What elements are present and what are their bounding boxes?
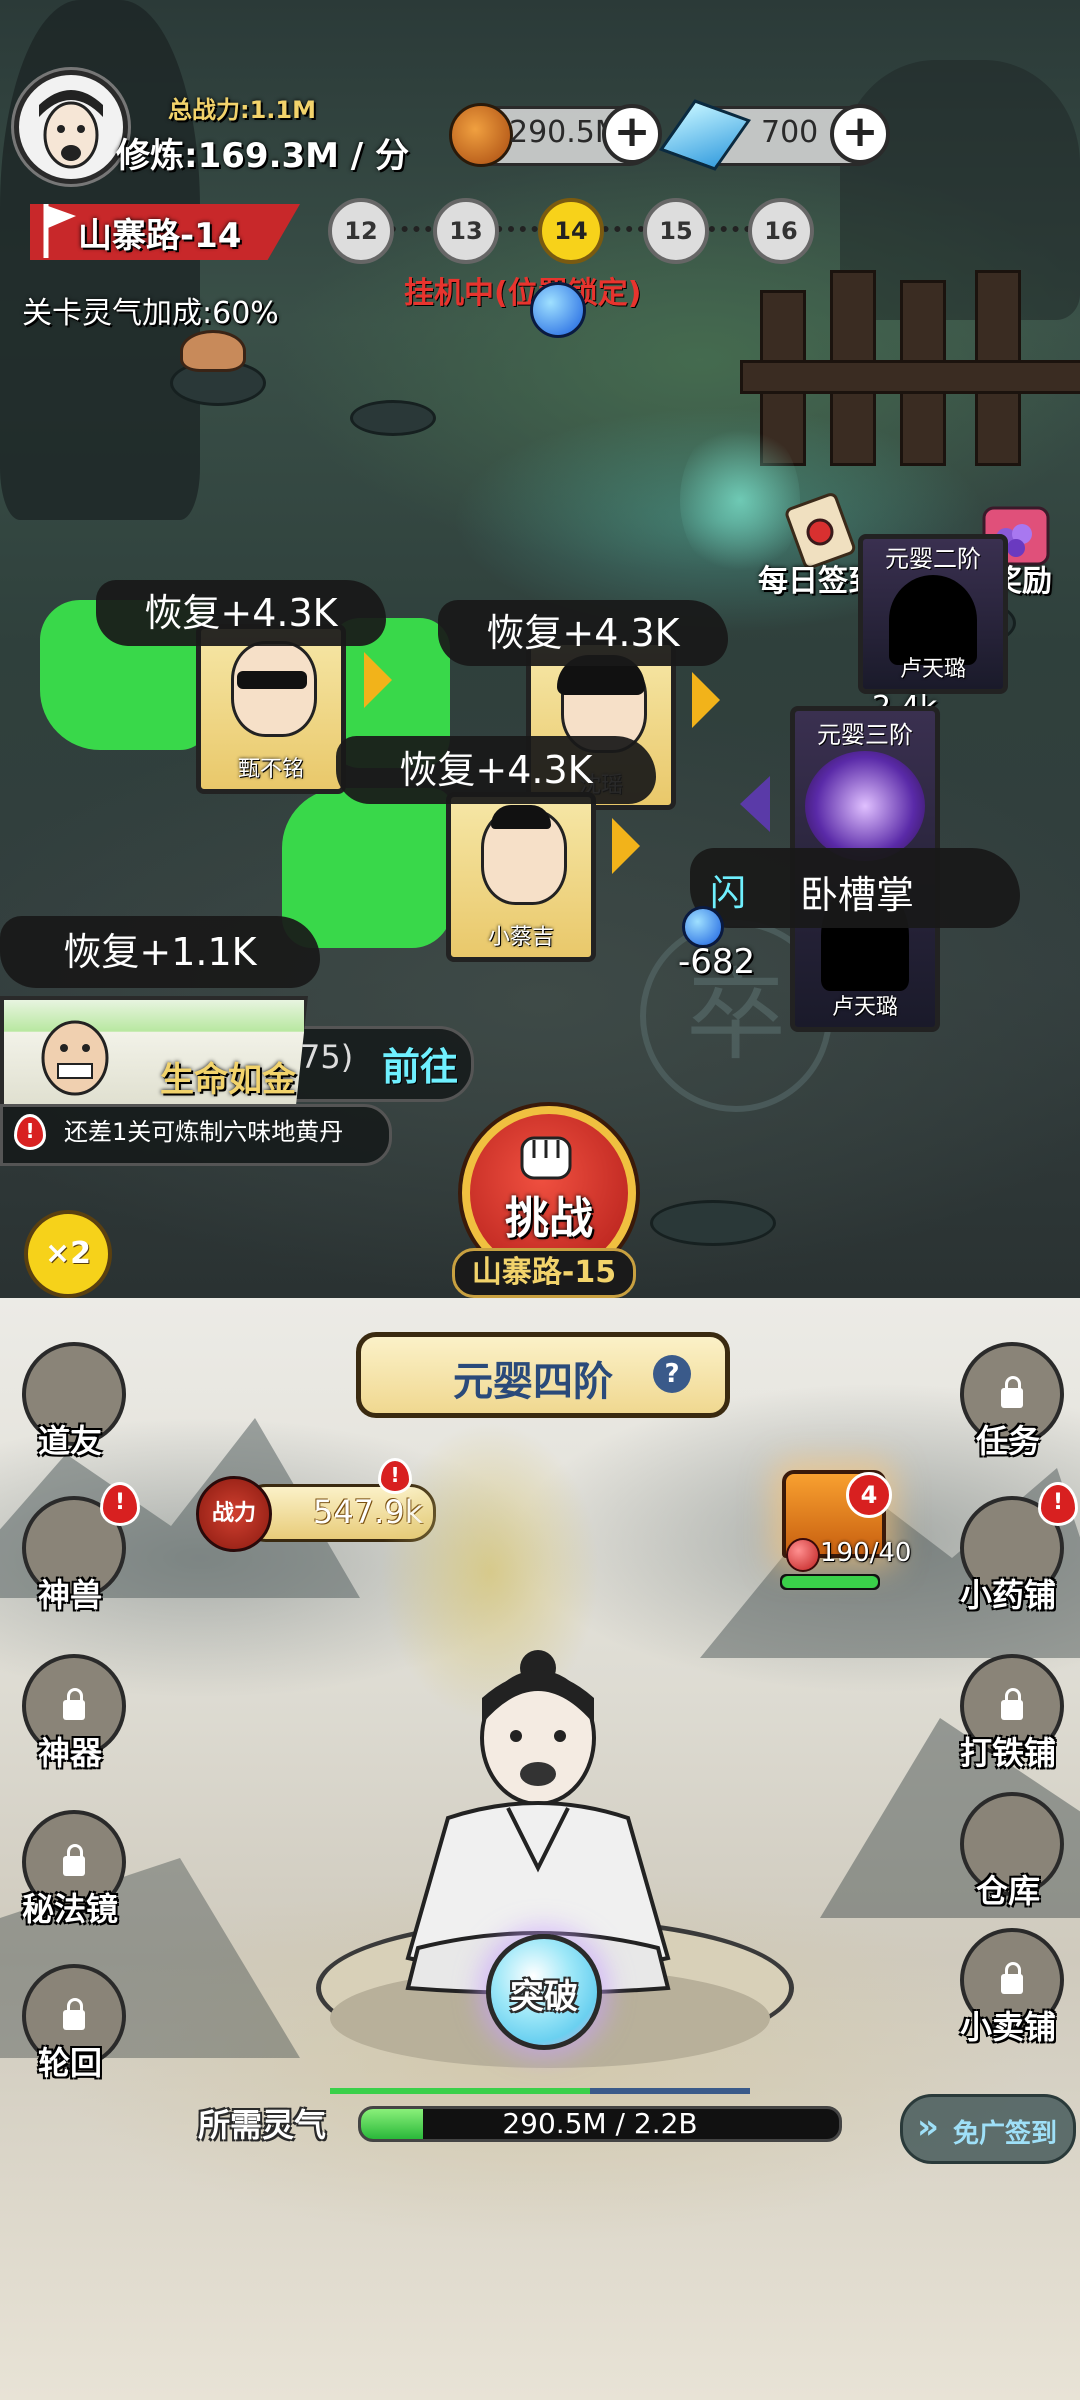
heal-text-xiaocaiji: 恢复+4.3K <box>336 736 656 804</box>
spirit-meat-icon <box>449 103 513 167</box>
avatar-face-icon <box>39 90 103 169</box>
speed-x2-button[interactable]: ×2 <box>24 1210 112 1298</box>
cultivation-rate-text: 修炼:169.3M / 分 <box>116 136 410 176</box>
enemy-name: 卢天璐 <box>831 995 898 1020</box>
total-power-text: 总战力:1.1M <box>168 96 316 124</box>
right-menu-label-3[interactable]: 打铁铺 <box>938 1728 1078 1774</box>
left-menu-label-4[interactable]: 秘法镜 <box>0 1884 140 1930</box>
enemy-rank: 元婴三阶 <box>817 721 913 749</box>
lock-icon <box>1001 1688 1023 1720</box>
heal-text-fourth: 恢复+1.1K <box>0 916 320 988</box>
ally-card-xiaocaiji[interactable]: 小蔡吉 <box>446 792 596 962</box>
next-stage-label: 山寨路-15 <box>452 1248 636 1298</box>
chest-progress-fill <box>782 1576 878 1588</box>
left-menu-label-1[interactable]: 道友 <box>0 1416 140 1462</box>
ally-hair <box>491 805 551 829</box>
chest-progress-text: 190/40 <box>820 1538 912 1568</box>
skill-name-text: 卧槽掌 <box>800 873 915 917</box>
quest-progress: 75) <box>300 1038 354 1076</box>
ally-card-zhenbuming[interactable]: 甄不铭 <box>196 624 346 794</box>
power-badge-icon: 战力 <box>196 1476 272 1552</box>
stage-node-14-current[interactable]: 14 <box>538 198 604 264</box>
hint-text: 还差1关可炼制六味地黄丹 <box>64 1118 344 1146</box>
heal-effect-area <box>282 788 452 948</box>
challenge-label: 挑战 <box>505 1193 593 1244</box>
heal-text-shenyao: 恢复+4.3K <box>438 600 728 666</box>
damage-number: -682 <box>678 942 756 982</box>
quest-title: 生命如金 <box>160 1060 296 1100</box>
heal-text-zhenbuming: 恢复+4.3K <box>96 580 386 646</box>
enemy-vortex <box>805 751 925 861</box>
add-spirit-button[interactable]: + <box>602 104 662 164</box>
right-menu-label-4[interactable]: 仓库 <box>938 1866 1078 1912</box>
sunglasses-icon <box>237 671 307 689</box>
enemy-card-1[interactable]: 元婴二阶 卢天璐 <box>858 534 1008 694</box>
right-menu-label-2[interactable]: 小药铺 <box>938 1570 1078 1616</box>
lock-icon <box>63 1998 85 2030</box>
ally-attack-arrow <box>612 818 640 874</box>
lock-icon <box>1001 1962 1023 1994</box>
tree-silhouette <box>840 60 1080 320</box>
flag-icon <box>40 200 80 260</box>
player-avatar[interactable] <box>14 70 128 184</box>
idle-status-text: 挂机中(位置锁定) <box>404 276 642 311</box>
ad-signin-label: 免广签到 <box>953 2119 1058 2149</box>
left-menu-label-5[interactable]: 轮回 <box>0 2038 140 2084</box>
fist-icon <box>514 1128 578 1184</box>
ally-name: 甄不铭 <box>237 757 304 782</box>
stage-bonus-text: 关卡灵气加成:60% <box>22 296 279 331</box>
chest-progress-bar <box>780 1574 880 1590</box>
breakthrough-button[interactable]: 突破 <box>486 1934 602 2050</box>
enemy-rank: 元婴二阶 <box>885 545 981 573</box>
stage-name: 山寨路-14 <box>78 216 242 256</box>
lock-icon <box>63 1688 85 1720</box>
required-qi-value: 290.5M / 2.2B <box>502 2107 698 2140</box>
right-menu-label-1[interactable]: 任务 <box>938 1416 1078 1462</box>
alert-badge: ! <box>1038 1482 1078 1526</box>
stage-node-15[interactable]: 15 <box>643 198 709 264</box>
mushroom <box>180 330 246 372</box>
left-menu-label-3[interactable]: 神器 <box>0 1728 140 1774</box>
rock <box>650 1200 776 1246</box>
double-chevron-icon: » <box>917 2107 939 2147</box>
alert-badge: ! <box>100 1482 140 1526</box>
quest-goto-button[interactable]: 前往 <box>382 1036 458 1091</box>
cultivation-scene: 元婴四阶 ? 547.9k 战力 ! 4 190/40 突破 所需灵气 290.… <box>0 1298 1080 2400</box>
chest-count-badge: 4 <box>846 1472 892 1518</box>
required-qi-bar: 290.5M / 2.2B <box>358 2106 842 2142</box>
gem-amount: 700 <box>761 115 819 150</box>
stage-node-13[interactable]: 13 <box>433 198 499 264</box>
lock-icon <box>63 1844 85 1876</box>
spirit-orb-icon <box>530 282 586 338</box>
skill-banner: 闪 卧槽掌 <box>690 848 1020 928</box>
quest-character-portrait <box>20 1000 130 1100</box>
ally-attack-arrow <box>364 652 392 708</box>
ally-name: 小蔡吉 <box>487 925 554 950</box>
stage-progress-track: 12 13 14 15 16 <box>328 198 828 264</box>
realm-help-button[interactable]: ? <box>653 1355 691 1393</box>
right-menu-label-5[interactable]: 小卖铺 <box>938 2002 1078 2048</box>
required-qi-label: 所需灵气 <box>198 2106 327 2144</box>
alert-icon: ! <box>14 1114 46 1150</box>
stage-node-12[interactable]: 12 <box>328 198 394 264</box>
battle-scene: 卒 总战力:1.1M 修炼:169.3M / 分 290.5M + 700 + … <box>0 0 1080 1298</box>
rock <box>350 400 436 436</box>
gem-crystal-icon <box>658 99 752 171</box>
enemy-name: 卢天璐 <box>899 657 966 682</box>
red-orb-icon <box>786 1538 820 1572</box>
stage-node-16[interactable]: 16 <box>748 198 814 264</box>
deco-blue-line <box>590 2088 750 2094</box>
add-gems-button[interactable]: + <box>830 104 890 164</box>
ad-free-signin-button[interactable]: » 免广签到 <box>900 2094 1076 2164</box>
ally-portrait <box>231 641 317 737</box>
left-menu-label-2[interactable]: 神兽 <box>0 1570 140 1616</box>
breakthrough-label: 突破 <box>510 1977 578 2017</box>
enemy-attack-arrow <box>740 776 770 832</box>
realm-title: 元婴四阶 <box>453 1359 613 1405</box>
fence-rail <box>740 360 1080 394</box>
dodge-text: 闪 <box>710 873 747 914</box>
ally-attack-arrow <box>692 672 720 728</box>
lock-icon <box>1001 1376 1023 1408</box>
realm-title-plate: 元婴四阶 ? <box>356 1332 730 1418</box>
